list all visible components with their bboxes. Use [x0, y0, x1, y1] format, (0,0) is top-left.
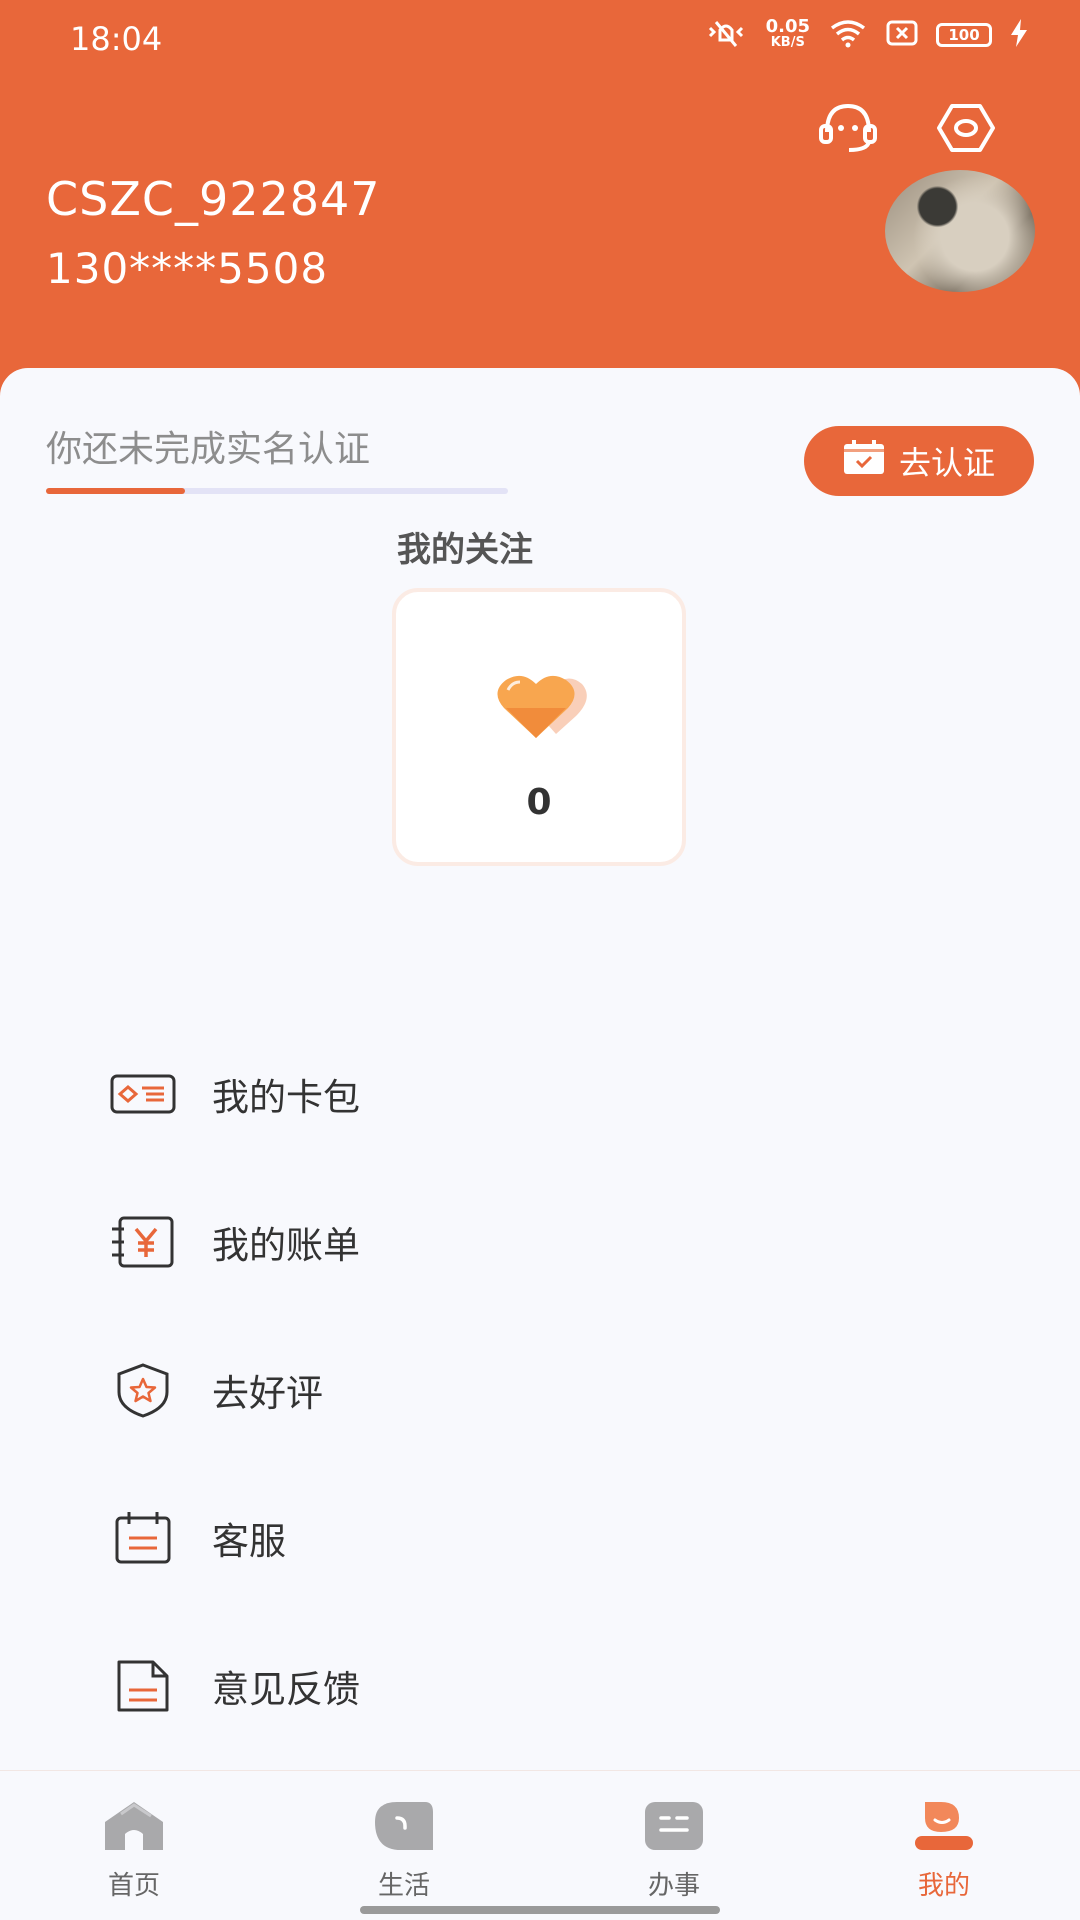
avatar[interactable]	[885, 170, 1035, 292]
nav-label: 生活	[377, 1871, 430, 1901]
heart-icon	[494, 672, 594, 746]
settings-button[interactable]	[934, 98, 998, 162]
username: CSZC_922847	[46, 172, 381, 226]
home-icon	[101, 1797, 167, 1853]
menu-item-label: 客服	[212, 1520, 286, 1563]
settings-hexagon-icon	[937, 102, 995, 158]
profile-icon	[911, 1797, 977, 1853]
life-icon	[371, 1797, 437, 1853]
phone-number: 130****5508	[46, 244, 329, 293]
verify-button-label: 去认证	[898, 444, 995, 482]
calendar-check-icon	[843, 439, 885, 483]
verification-progress-fill	[46, 488, 185, 494]
menu-item-bill[interactable]: 我的账单	[110, 1202, 1010, 1282]
battery-indicator: 100	[936, 23, 992, 47]
menu-item-feedback[interactable]: 意见反馈	[110, 1646, 1010, 1726]
nav-label: 我的	[917, 1871, 970, 1901]
mute-vibrate-icon	[704, 18, 748, 52]
headset-icon	[817, 102, 879, 158]
network-speed: 0.05 KB/S	[765, 16, 810, 51]
no-sim-icon	[886, 20, 918, 50]
menu-item-label: 我的卡包	[212, 1076, 360, 1119]
menu-item-review[interactable]: 去好评	[110, 1350, 1010, 1430]
nav-label: 办事	[647, 1871, 700, 1901]
nav-item-affairs[interactable]: 办事	[614, 1797, 734, 1902]
menu-item-label: 意见反馈	[212, 1668, 360, 1711]
status-time: 18:04	[70, 20, 163, 58]
follow-card[interactable]: 0	[392, 588, 686, 866]
status-bar: 18:04 0.05 KB/S 100	[0, 0, 1080, 80]
bottom-navigation: 首页 生活 办事 我的	[0, 1770, 1080, 1920]
profile-screen: 18:04 0.05 KB/S 100 CSZC_922847 130****5…	[0, 0, 1080, 1920]
affairs-icon	[641, 1797, 707, 1853]
status-icons: 0.05 KB/S 100	[704, 18, 1028, 52]
menu-item-card-wallet[interactable]: 我的卡包	[110, 1054, 1010, 1134]
nav-item-profile[interactable]: 我的	[884, 1797, 1004, 1902]
speed-unit: KB/S	[770, 35, 805, 50]
card-wallet-icon	[110, 1066, 176, 1122]
charging-icon	[1010, 19, 1028, 51]
shield-star-icon	[110, 1362, 176, 1418]
verify-button[interactable]: 去认证	[804, 426, 1034, 496]
home-indicator[interactable]	[360, 1906, 720, 1914]
profile-header: 18:04 0.05 KB/S 100 CSZC_922847 130****5…	[0, 0, 1080, 400]
follow-section-title: 我的关注	[397, 530, 533, 570]
menu-item-label: 去好评	[212, 1372, 323, 1415]
bill-icon	[110, 1214, 176, 1270]
nav-item-home[interactable]: 首页	[74, 1797, 194, 1902]
feedback-document-icon	[110, 1658, 176, 1714]
nav-label: 首页	[107, 1871, 160, 1901]
verification-progress	[46, 488, 508, 494]
speed-value: 0.05	[765, 16, 810, 37]
calendar-icon	[110, 1510, 176, 1566]
nav-item-life[interactable]: 生活	[344, 1797, 464, 1902]
wifi-icon	[828, 18, 868, 52]
follow-count: 0	[526, 782, 552, 823]
customer-service-button[interactable]	[816, 98, 880, 162]
menu-item-label: 我的账单	[212, 1224, 360, 1267]
verification-prompt: 你还未完成实名认证	[46, 429, 371, 470]
menu-item-customer-service[interactable]: 客服	[110, 1498, 1010, 1578]
